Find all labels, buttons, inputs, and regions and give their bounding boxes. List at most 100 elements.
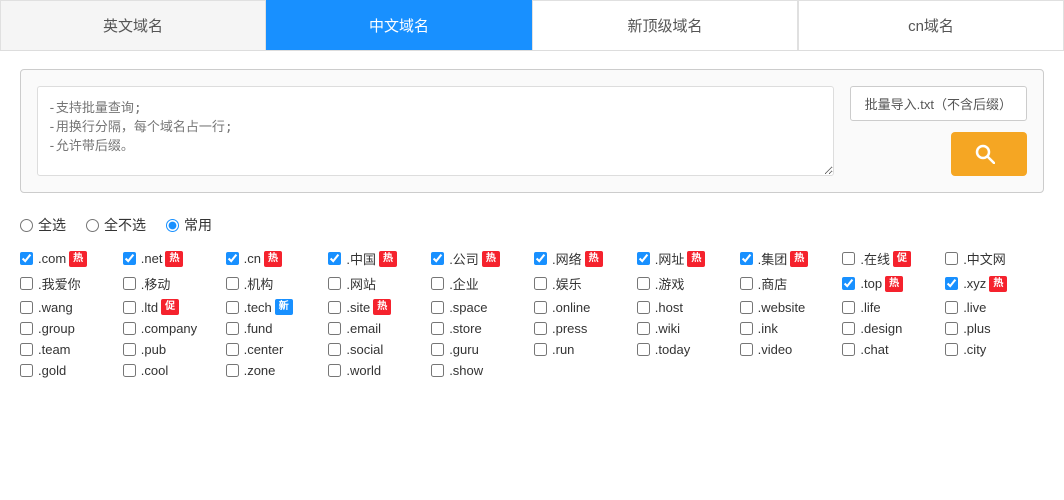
domain-checkbox[interactable] — [226, 343, 239, 356]
domain-item: .ink — [740, 321, 839, 336]
domain-checkbox[interactable] — [945, 322, 958, 335]
domain-checkbox[interactable] — [328, 277, 341, 290]
domain-checkbox[interactable] — [431, 322, 444, 335]
domain-checkbox[interactable] — [740, 277, 753, 290]
option-label-all: 全选 — [38, 215, 66, 235]
domain-checkbox[interactable] — [20, 252, 33, 265]
domain-checkbox[interactable] — [123, 277, 136, 290]
domain-checkbox[interactable] — [123, 322, 136, 335]
domain-checkbox[interactable] — [534, 301, 547, 314]
domain-name: .group — [38, 321, 75, 336]
domain-checkbox[interactable] — [637, 252, 650, 265]
domain-checkbox[interactable] — [945, 277, 958, 290]
domain-checkbox[interactable] — [740, 301, 753, 314]
tab-cn-domain[interactable]: cn域名 — [798, 0, 1064, 50]
domain-item: .娱乐 — [534, 274, 633, 293]
domain-name: .video — [758, 342, 793, 357]
domain-checkbox[interactable] — [842, 301, 855, 314]
domain-checkbox[interactable] — [637, 322, 650, 335]
domain-checkbox[interactable] — [534, 252, 547, 265]
tab-en[interactable]: 英文域名 — [0, 0, 266, 50]
option-common[interactable]: 常用 — [166, 215, 212, 235]
domain-item: .移动 — [123, 274, 222, 293]
domain-checkbox[interactable] — [20, 277, 33, 290]
domain-checkbox[interactable] — [123, 364, 136, 377]
domain-checkbox[interactable] — [123, 301, 136, 314]
domain-checkbox[interactable] — [842, 322, 855, 335]
domain-checkbox[interactable] — [637, 301, 650, 314]
domain-checkbox[interactable] — [226, 364, 239, 377]
domain-item: .chat — [842, 342, 941, 357]
option-all[interactable]: 全选 — [20, 215, 66, 235]
tabs-container: 英文域名中文域名新顶级域名cn域名 — [0, 0, 1064, 51]
domain-checkbox[interactable] — [431, 343, 444, 356]
domain-name: .fund — [244, 321, 273, 336]
domain-item: .plus — [945, 321, 1044, 336]
tab-cn[interactable]: 中文域名 — [266, 0, 532, 50]
domain-search-textarea[interactable] — [37, 86, 834, 176]
domain-badge: 热 — [885, 276, 903, 292]
domain-checkbox[interactable] — [637, 277, 650, 290]
domain-checkbox[interactable] — [226, 277, 239, 290]
radio-all[interactable] — [20, 219, 33, 232]
domain-name: .live — [963, 300, 986, 315]
domain-checkbox[interactable] — [740, 322, 753, 335]
radio-common[interactable] — [166, 219, 179, 232]
option-none[interactable]: 全不选 — [86, 215, 146, 235]
domain-item: .tech新 — [226, 299, 325, 315]
domain-checkbox[interactable] — [945, 301, 958, 314]
domain-item: .cool — [123, 363, 222, 378]
domain-checkbox[interactable] — [431, 301, 444, 314]
domain-item: .guru — [431, 342, 530, 357]
domain-checkbox[interactable] — [534, 322, 547, 335]
domain-item: .fund — [226, 321, 325, 336]
domain-checkbox[interactable] — [328, 252, 341, 265]
domain-checkbox[interactable] — [226, 301, 239, 314]
domain-checkbox[interactable] — [431, 277, 444, 290]
domain-checkbox[interactable] — [123, 343, 136, 356]
domain-checkbox[interactable] — [226, 252, 239, 265]
domain-checkbox[interactable] — [534, 343, 547, 356]
domain-name: .我爱你 — [38, 274, 81, 293]
domain-checkbox[interactable] — [20, 343, 33, 356]
domain-checkbox[interactable] — [123, 252, 136, 265]
domain-checkbox[interactable] — [328, 343, 341, 356]
domain-item: .space — [431, 299, 530, 315]
domain-item: .机构 — [226, 274, 325, 293]
search-button[interactable] — [951, 132, 1027, 176]
domain-checkbox[interactable] — [20, 322, 33, 335]
domain-checkbox[interactable] — [842, 343, 855, 356]
domain-checkbox[interactable] — [945, 252, 958, 265]
domain-badge: 新 — [275, 299, 293, 315]
radio-none[interactable] — [86, 219, 99, 232]
domain-badge: 热 — [379, 251, 397, 267]
domain-checkbox[interactable] — [226, 322, 239, 335]
domain-checkbox[interactable] — [328, 364, 341, 377]
domain-checkbox[interactable] — [945, 343, 958, 356]
domain-item: .store — [431, 321, 530, 336]
domain-checkbox[interactable] — [20, 301, 33, 314]
domain-name: .gold — [38, 363, 66, 378]
domain-checkbox[interactable] — [637, 343, 650, 356]
domain-checkbox[interactable] — [20, 364, 33, 377]
domain-checkbox[interactable] — [431, 252, 444, 265]
import-button[interactable]: 批量导入.txt（不含后缀） — [850, 86, 1027, 121]
domain-checkbox[interactable] — [328, 322, 341, 335]
domain-item: .商店 — [740, 274, 839, 293]
domain-checkbox[interactable] — [431, 364, 444, 377]
domain-badge: 热 — [69, 251, 87, 267]
domain-name: .wang — [38, 300, 73, 315]
domain-name: .tech — [244, 300, 272, 315]
domain-badge: 热 — [482, 251, 500, 267]
domain-name: .机构 — [244, 274, 274, 293]
domain-checkbox[interactable] — [534, 277, 547, 290]
domain-item: .ltd促 — [123, 299, 222, 315]
domain-name: .集团 — [758, 249, 788, 268]
domain-checkbox[interactable] — [328, 301, 341, 314]
domain-checkbox[interactable] — [740, 343, 753, 356]
tab-new-tld[interactable]: 新顶级域名 — [532, 0, 798, 50]
domain-checkbox[interactable] — [842, 277, 855, 290]
domain-checkbox[interactable] — [740, 252, 753, 265]
domain-name: .site — [346, 300, 370, 315]
domain-checkbox[interactable] — [842, 252, 855, 265]
